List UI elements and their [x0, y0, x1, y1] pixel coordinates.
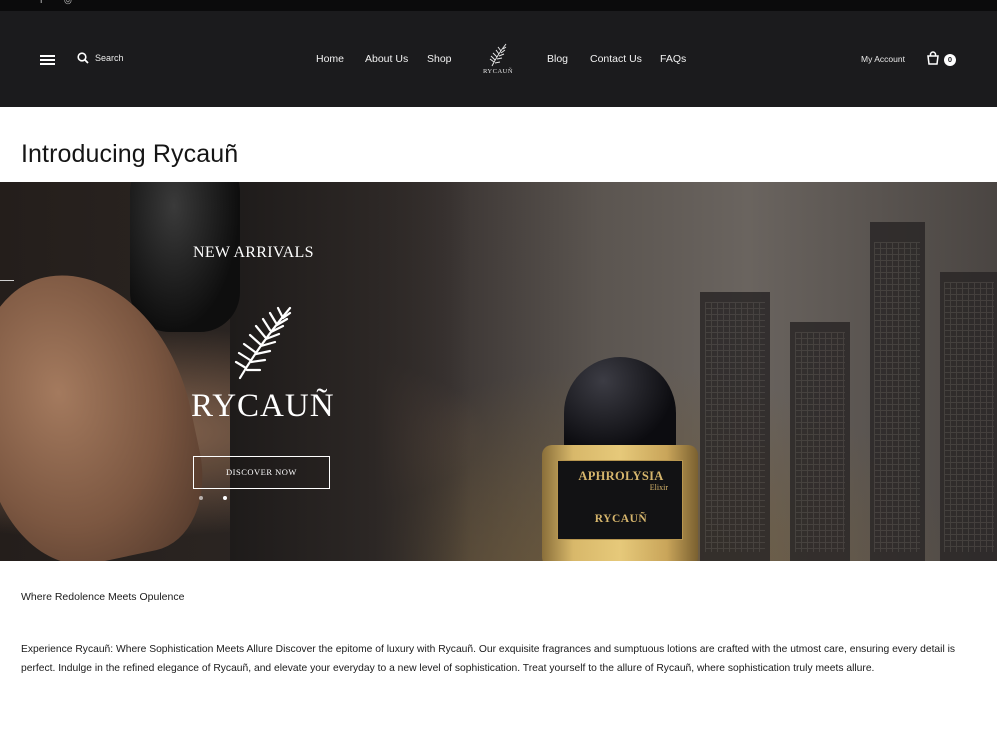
cart-count-badge: 0	[944, 54, 956, 66]
product-label: APHROLYSIA Elixir RYCAUÑ	[557, 460, 683, 540]
tagline: Where Redolence Meets Opulence	[21, 591, 185, 603]
search-label: Search	[95, 53, 124, 63]
slider-dot-active[interactable]	[223, 496, 227, 500]
nav-home[interactable]: Home	[316, 53, 344, 65]
page-title: Introducing Rycauñ	[21, 140, 239, 168]
search-icon	[77, 52, 89, 64]
hero-brand: RYCAUÑ	[191, 388, 335, 424]
intro-paragraph: Experience Rycauñ: Where Sophistication …	[21, 644, 956, 674]
logo-wordmark: RYCAUÑ	[482, 68, 514, 75]
slider-dot[interactable]	[199, 496, 203, 500]
top-bar: f ◎	[0, 0, 997, 11]
leaf-emblem-icon	[234, 306, 292, 380]
hero-divider	[0, 280, 14, 281]
site-logo[interactable]: RYCAUÑ	[480, 42, 516, 78]
hero-slider: APHROLYSIA Elixir RYCAUÑ NEW ARRIVALS RY…	[0, 182, 997, 561]
nav-about-us[interactable]: About Us	[365, 53, 408, 65]
nav-shop[interactable]: Shop	[427, 53, 452, 65]
shopping-bag-icon	[927, 51, 939, 65]
leaf-logo-icon	[489, 43, 507, 67]
discover-now-button[interactable]: DISCOVER NOW	[193, 456, 330, 489]
facebook-icon[interactable]: f	[40, 0, 43, 5]
product-bottle: APHROLYSIA Elixir RYCAUÑ	[542, 357, 698, 561]
search-trigger[interactable]: Search	[77, 52, 124, 64]
nav-faqs[interactable]: FAQs	[660, 53, 686, 65]
hero-kicker: NEW ARRIVALS	[193, 244, 314, 261]
nav-contact-us[interactable]: Contact Us	[590, 53, 642, 65]
instagram-icon[interactable]: ◎	[64, 0, 72, 6]
slider-dots	[199, 496, 227, 500]
menu-icon[interactable]	[40, 55, 55, 65]
cart-button[interactable]	[926, 51, 942, 67]
my-account-link[interactable]: My Account	[861, 54, 905, 64]
site-header: Search Home About Us Shop RYCAUÑ Blog Co…	[0, 11, 997, 107]
nav-blog[interactable]: Blog	[547, 53, 568, 65]
